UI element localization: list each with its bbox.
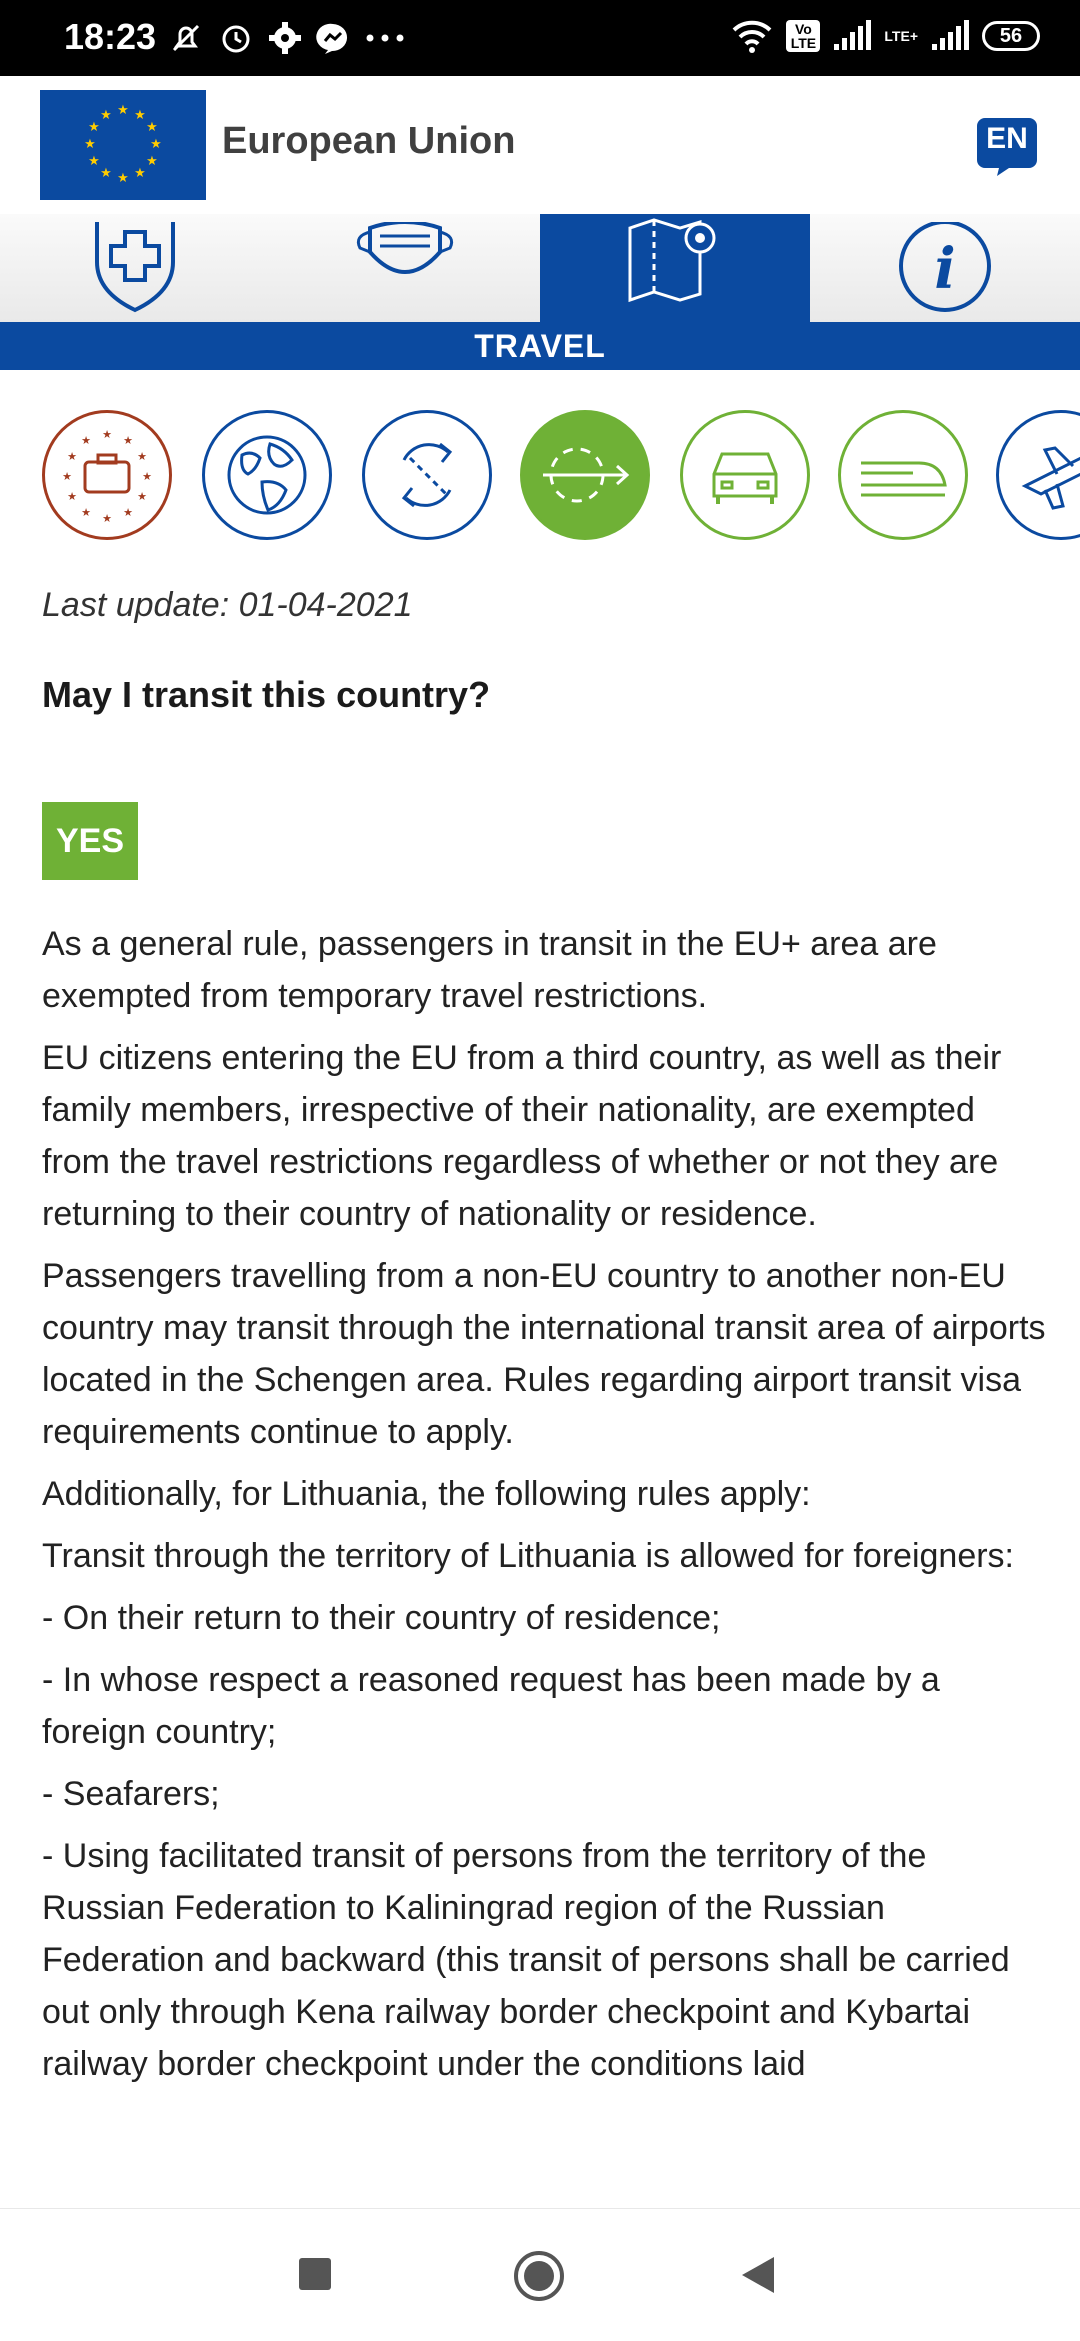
volte-badge: Vo LTE (786, 20, 821, 52)
wifi-icon (733, 20, 772, 53)
svg-text:★: ★ (146, 120, 158, 135)
status-bar: 18:23 Vo LTE LTE+ 56 (0, 0, 1080, 76)
transit-icon (543, 447, 630, 503)
info-icon: i (899, 222, 991, 312)
face-mask-icon (356, 222, 454, 274)
sub-transit[interactable] (520, 410, 650, 540)
brand-title: European Union (222, 120, 516, 162)
svg-text:★: ★ (137, 490, 147, 503)
answer-text: As a general rule, passengers in transit… (42, 918, 1052, 2090)
back-button[interactable] (740, 2255, 776, 2300)
car-icon (712, 452, 778, 504)
paragraph: - In whose respect a reasoned request ha… (42, 1661, 940, 1751)
tab-measures[interactable] (270, 214, 540, 322)
messenger-icon (316, 23, 348, 54)
svg-text:★: ★ (88, 154, 100, 169)
sub-global[interactable] (202, 410, 332, 540)
language-button[interactable]: EN (975, 116, 1039, 178)
tab-info[interactable]: i (810, 214, 1080, 322)
eu-flag-logo: ★ ★★ ★★★ ★★★ ★★★ (40, 90, 206, 200)
paragraph: - On their return to their country of re… (42, 1599, 721, 1637)
mute-bell-icon (172, 24, 200, 52)
system-nav-bar (0, 2208, 1080, 2341)
page-question: May I transit this country? (42, 674, 491, 715)
luggage-icon: ★ ★ ★ ★ ★ ★ ★ ★ ★ ★ ★ ★ (62, 428, 152, 525)
svg-text:★: ★ (134, 108, 146, 123)
last-update: Last update: 01-04-2021 (42, 586, 413, 624)
svg-text:★: ★ (123, 506, 133, 519)
battery-indicator: 56 (982, 21, 1040, 51)
travel-map-icon (628, 218, 716, 303)
svg-text:★: ★ (81, 506, 91, 519)
language-label: EN (986, 122, 1028, 155)
answer-badge: YES (42, 802, 139, 880)
home-button[interactable] (512, 2249, 566, 2308)
lte-plus-label: LTE+ (884, 28, 918, 44)
paragraph: Additionally, for Lithuania, the followi… (42, 1475, 811, 1513)
svg-text:★: ★ (137, 450, 147, 463)
more-dots-icon (366, 34, 404, 42)
paragraph: As a general rule, passengers in transit… (42, 925, 937, 1015)
signal-2-icon (932, 20, 969, 50)
sub-car[interactable] (680, 410, 810, 540)
return-icon (401, 442, 453, 508)
train-icon (861, 461, 947, 497)
sub-plane[interactable] (996, 410, 1080, 540)
svg-text:★: ★ (146, 154, 158, 169)
recents-square-icon (299, 2258, 331, 2290)
tab-travel[interactable] (540, 214, 810, 322)
paragraph: - Using facilitated transit of persons f… (42, 1837, 1010, 2083)
status-icons-right: Vo LTE LTE+ 56 (730, 18, 1040, 54)
main-content: Last update: 01-04-2021 May I transit th… (42, 580, 1052, 2100)
svg-text:★: ★ (100, 108, 112, 123)
svg-text:★: ★ (102, 428, 112, 441)
paragraph: Passengers travelling from a non-EU coun… (42, 1257, 1046, 1451)
plane-icon (1021, 446, 1080, 510)
status-icons-left (168, 20, 406, 56)
settings-gear-icon (269, 22, 301, 54)
category-tabs: i (0, 214, 1080, 322)
health-shield-icon (95, 222, 175, 313)
back-triangle-icon (742, 2257, 774, 2293)
svg-text:★: ★ (117, 103, 129, 118)
svg-text:★: ★ (62, 470, 72, 483)
globe-icon (227, 435, 307, 515)
travel-subcategories: ★ ★ ★ ★ ★ ★ ★ ★ ★ ★ ★ ★ (0, 408, 1080, 544)
svg-text:★: ★ (67, 490, 77, 503)
status-time: 18:23 (64, 16, 157, 57)
svg-text:★: ★ (100, 166, 112, 181)
recents-button[interactable] (298, 2257, 332, 2296)
svg-text:★: ★ (117, 171, 129, 186)
alarm-icon (222, 25, 250, 53)
paragraph: Transit through the territory of Lithuan… (42, 1537, 1015, 1575)
section-title: TRAVEL (0, 322, 1080, 370)
signal-icon (834, 20, 872, 50)
home-circle-icon (514, 2251, 564, 2301)
tab-health[interactable] (0, 214, 270, 322)
svg-text:★: ★ (88, 120, 100, 135)
svg-text:★: ★ (102, 512, 112, 525)
svg-text:★: ★ (81, 434, 91, 447)
svg-text:i: i (934, 236, 955, 302)
svg-text:★: ★ (150, 137, 162, 152)
sub-return[interactable] (362, 410, 492, 540)
svg-text:★: ★ (134, 166, 146, 181)
sub-luggage[interactable]: ★ ★ ★ ★ ★ ★ ★ ★ ★ ★ ★ ★ (42, 410, 172, 540)
sub-train[interactable] (838, 410, 968, 540)
paragraph: - Seafarers; (42, 1775, 220, 1813)
svg-text:★: ★ (84, 137, 96, 152)
svg-text:★: ★ (123, 434, 133, 447)
paragraph: EU citizens entering the EU from a third… (42, 1039, 1002, 1233)
svg-text:★: ★ (142, 470, 152, 483)
app-header: ★ ★ ★ ★ ★ ★ ★ ★ ★ ★ ★ ★ European Union EN (0, 76, 1080, 214)
svg-text:★: ★ (67, 450, 77, 463)
